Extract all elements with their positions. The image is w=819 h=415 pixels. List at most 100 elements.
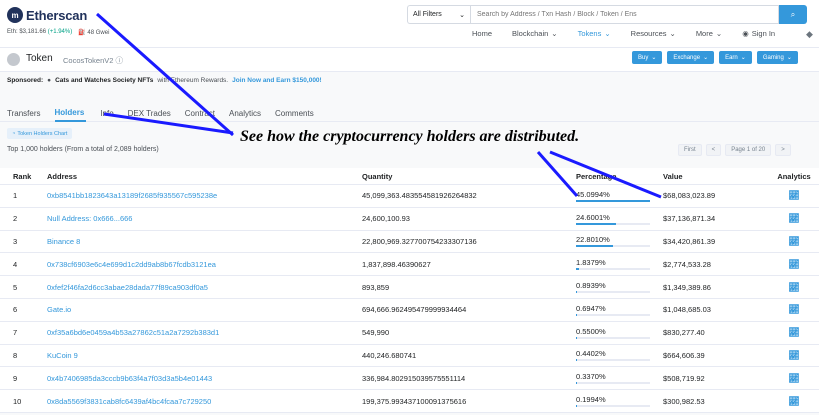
analytics-chart-icon[interactable]: 📈︎ (788, 190, 799, 201)
percentage-text: 22.8010% (576, 235, 610, 245)
cell-address-link[interactable]: 0x4b7406985da3cccb9b63f4a7f03d3a5b4e0144… (47, 374, 362, 383)
buy-button[interactable]: Buy ⌄ (632, 51, 663, 64)
tab-dex-trades[interactable]: DEX Trades (128, 104, 185, 122)
cell-value: $34,420,861.39 (663, 236, 716, 246)
search-filter-select[interactable]: All Filters ⌄ (407, 5, 470, 24)
cell-value: $508,719.92 (663, 373, 705, 383)
cell-analytics: 📈︎ (769, 190, 819, 201)
col-rank: Rank (13, 171, 32, 181)
cell-value: $1,349,389.86 (663, 282, 711, 292)
top-bar: m Etherscan Eth: $3,181.66 (+1.94%) ⛽ 48… (0, 0, 819, 48)
cell-address-link[interactable]: 0xfef2f46fa2d6cc3abae28dada77f89ca903df0… (47, 283, 362, 292)
tab-comments[interactable]: Comments (275, 104, 328, 122)
token-actions: Buy ⌄ Exchange ⌄ Earn ⌄ Gaming ⌄ (632, 51, 798, 64)
cell-quantity: 199,375.993437100091375616 (362, 396, 467, 406)
token-label: Token (26, 53, 53, 64)
cell-address-link[interactable]: KuCoin 9 (47, 351, 362, 360)
percentage-bar (576, 199, 650, 202)
cell-rank: 6 (13, 305, 18, 315)
percentage-bar (576, 359, 650, 362)
analytics-chart-icon[interactable]: 📈︎ (788, 396, 799, 407)
pager-next-button[interactable]: > (775, 144, 791, 156)
chevron-down-icon: ⌄ (703, 55, 709, 61)
exchange-button[interactable]: Exchange ⌄ (667, 51, 715, 64)
table-body: 1 0xb8541bb1823643a13189f2685f935567c5952… (0, 185, 819, 413)
sponsored-prefix: Sponsored: (7, 77, 44, 84)
percentage-bar-fill (576, 359, 577, 362)
percentage-text: 0.5500% (576, 326, 606, 336)
tab-info[interactable]: Info (100, 104, 127, 122)
nav-resources[interactable]: Resources ⌄ (621, 27, 686, 40)
tab-contract[interactable]: Contract (185, 104, 229, 122)
cell-value: $830,277.40 (663, 328, 705, 338)
table-row: 1 0xb8541bb1823643a13189f2685f935567c5952… (0, 185, 819, 208)
cell-address-link[interactable]: 0x738cf6903e6c4e699d1c2dd9ab8b67fcdb3121… (47, 260, 362, 269)
table-row: 4 0x738cf6903e6c4e699d1c2dd9ab8b67fcdb312… (0, 253, 819, 277)
cell-analytics: 📈︎ (769, 304, 819, 315)
search-button[interactable]: ⌕ (779, 5, 807, 24)
earn-button[interactable]: Earn ⌄ (719, 51, 752, 64)
percentage-bar-fill (576, 313, 578, 316)
tab-analytics[interactable]: Analytics (229, 104, 275, 122)
cell-percentage: 24.6001% (576, 213, 663, 225)
chevron-down-icon: ⌄ (786, 55, 792, 61)
nav-sign-in[interactable]: ◉ Sign In (732, 27, 785, 40)
cell-percentage: 0.6947% (576, 304, 663, 316)
analytics-chart-icon[interactable]: 📈︎ (788, 350, 799, 361)
analytics-chart-icon[interactable]: 📈︎ (788, 282, 799, 293)
sponsored-link[interactable]: Join Now and Earn $150,000! (232, 77, 322, 84)
search-input[interactable] (470, 5, 779, 24)
sponsored-banner: Sponsored: ● Cats and Watches Society NF… (7, 77, 322, 84)
cell-address-link[interactable]: Null Address: 0x666...666 (47, 214, 362, 223)
cell-address-link[interactable]: Binance 8 (47, 237, 362, 246)
cell-value: $2,774,533.28 (663, 259, 711, 269)
analytics-chart-icon[interactable]: 📈︎ (788, 327, 799, 338)
nav-tokens[interactable]: Tokens ⌄ (568, 27, 621, 40)
analytics-chart-icon[interactable]: 📈︎ (788, 259, 799, 270)
cell-value: $664,606.39 (663, 350, 705, 360)
gaming-button[interactable]: Gaming ⌄ (756, 51, 798, 64)
info-icon[interactable]: ⓘ (116, 56, 124, 65)
sponsored-title[interactable]: Cats and Watches Society NFTs (55, 77, 153, 84)
search-icon: ⌕ (790, 9, 796, 19)
user-icon: ◉ (742, 29, 749, 38)
nav-blockchain[interactable]: Blockchain ⌄ (502, 27, 568, 40)
token-header: Token CocosTokenV2 ⓘ Buy ⌄ Exchange ⌄ Earn… (0, 48, 819, 72)
percentage-bar (576, 336, 650, 339)
nav-resources-label: Resources (630, 29, 667, 38)
tab-transfers[interactable]: Transfers (7, 104, 55, 122)
analytics-chart-icon[interactable]: 📈︎ (788, 373, 799, 384)
chevron-down-icon: ⌄ (669, 29, 676, 38)
cell-analytics: 📈︎ (769, 350, 819, 361)
col-percentage: Percentage (576, 171, 617, 181)
tab-holders[interactable]: Holders (54, 104, 87, 122)
cell-analytics: 📈︎ (769, 327, 819, 338)
token-name-text: CocosTokenV2 (63, 56, 114, 65)
nav-home-label: Home (472, 29, 493, 38)
cell-quantity: 22,800,969.327700754233307136 (362, 236, 477, 246)
cell-analytics: 📈︎ (769, 213, 819, 224)
cell-address-link[interactable]: 0xb8541bb1823643a13189f2685f935567c59523… (47, 191, 362, 200)
chart-button-label: Token Holders Chart (17, 130, 68, 137)
nav-more[interactable]: More ⌄ (686, 27, 732, 40)
cell-analytics: 📈︎ (769, 236, 819, 247)
table-header: Rank Address Quantity Percentage Value A… (0, 168, 819, 185)
percentage-bar (576, 245, 650, 248)
cell-address-link[interactable]: Gate.io (47, 305, 362, 314)
table-row: 3 Binance 8 22,800,969.327700754233307136 2… (0, 230, 819, 254)
cell-quantity: 440,246.680741 (362, 350, 417, 360)
token-holders-chart-button[interactable]: ◔ Token Holders Chart (7, 128, 73, 139)
cell-address-link[interactable]: 0xf35a6bd6e0459a4b53a27862c51a2a7292b383… (47, 328, 362, 337)
cell-percentage: 0.8939% (576, 281, 663, 294)
ethereum-icon[interactable]: ◆ (806, 29, 813, 40)
percentage-bar (576, 291, 650, 294)
analytics-chart-icon[interactable]: 📈︎ (788, 304, 799, 315)
analytics-chart-icon[interactable]: 📈︎ (788, 236, 799, 247)
percentage-text: 0.8939% (576, 281, 606, 291)
etherscan-logo[interactable]: m Etherscan (7, 7, 87, 23)
nav-home[interactable]: Home (462, 27, 502, 40)
analytics-chart-icon[interactable]: 📈︎ (788, 213, 799, 224)
pager-prev-button[interactable]: < (705, 144, 722, 156)
pager-first-button[interactable]: First (678, 144, 702, 156)
cell-address-link[interactable]: 0x8da5569f3831cab8fc6439af4bc4fcaa7c7292… (47, 397, 362, 406)
